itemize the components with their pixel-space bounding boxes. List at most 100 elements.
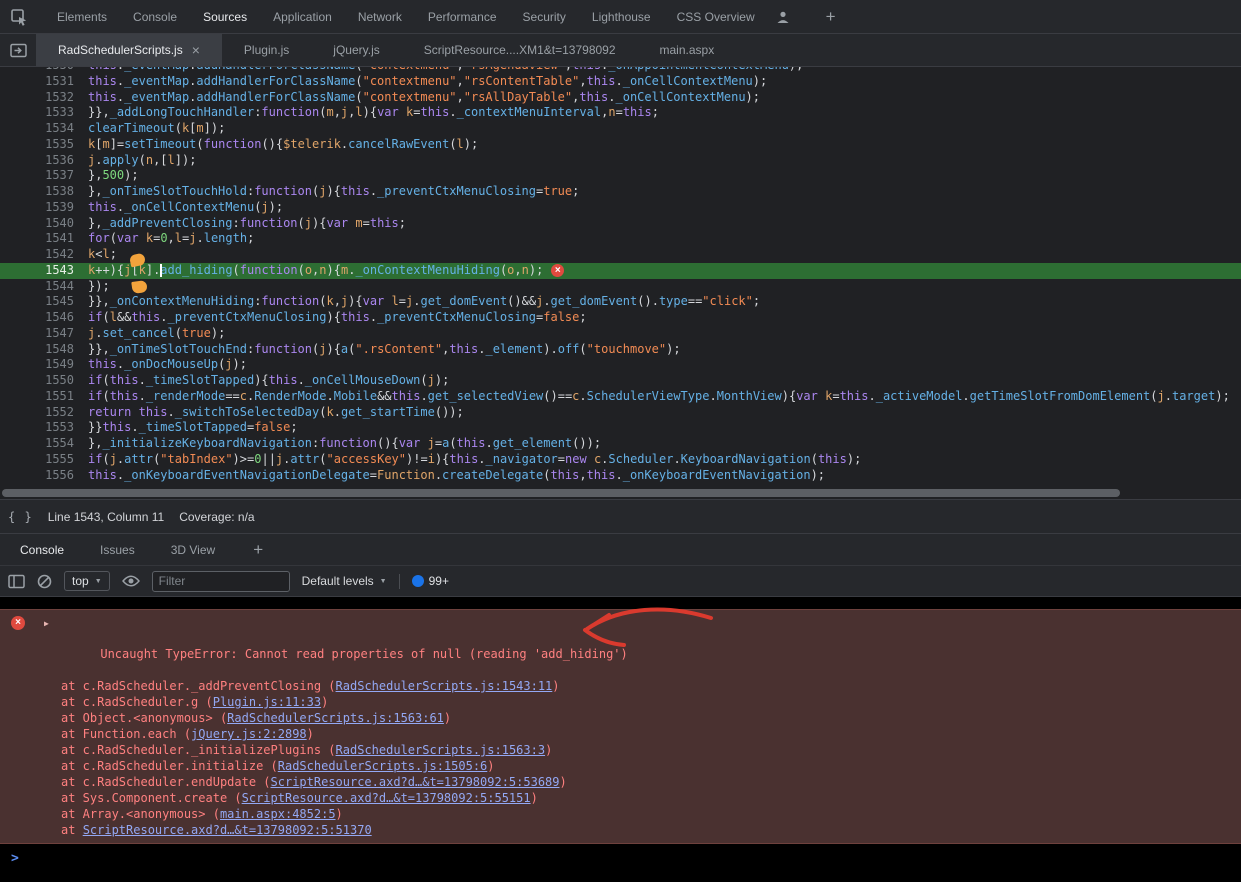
line-number[interactable]: 1555 [0,452,88,468]
console-prompt[interactable]: > [0,844,1241,866]
source-editor[interactable]: 1530this._eventMap.addHandlerForClassNam… [0,67,1241,487]
code-text[interactable]: }},_onContextMenuHiding:function(k,j){va… [88,294,760,310]
clear-console-icon[interactable] [37,574,52,589]
line-number[interactable]: 1545 [0,294,88,310]
line-number[interactable]: 1547 [0,326,88,342]
line-number[interactable]: 1536 [0,153,88,169]
scrollbar-thumb[interactable] [2,489,1120,497]
person-icon[interactable] [776,10,790,24]
stack-source-link[interactable]: RadSchedulerScripts.js:1543:11 [336,679,553,693]
drawer-tab-console[interactable]: Console [2,534,82,565]
toggle-console-sidebar-icon[interactable] [8,574,25,589]
line-number[interactable]: 1552 [0,405,88,421]
line-number[interactable]: 1538 [0,184,88,200]
message-count-badge[interactable]: 99+ [412,574,449,588]
panel-tab-css-overview[interactable]: CSS Overview [664,0,768,33]
log-levels-selector[interactable]: Default levels ▼ [302,574,387,588]
stack-source-link[interactable]: jQuery.js:2:2898 [191,727,307,741]
code-text[interactable]: k<l; [88,247,117,263]
code-text[interactable]: }}this._timeSlotTapped=false; [88,420,298,436]
code-text[interactable]: this._eventMap.addHandlerForClassName("c… [88,90,760,106]
panel-tab-console[interactable]: Console [120,0,190,33]
stack-source-link[interactable]: ScriptResource.axd?d…&t=13798092:5:51370 [83,823,372,837]
code-text[interactable]: }},_onTimeSlotTouchEnd:function(j){a(".r… [88,342,681,358]
panel-tab-application[interactable]: Application [260,0,345,33]
stack-source-link[interactable]: main.aspx:4852:5 [220,807,336,821]
panel-tab-elements[interactable]: Elements [44,0,120,33]
code-text[interactable]: j.set_cancel(true); [88,326,225,342]
code-text[interactable]: for(var k=0,l=j.length; [88,231,254,247]
code-text[interactable]: },_onTimeSlotTouchHold:function(j){this.… [88,184,579,200]
line-number[interactable]: 1556 [0,468,88,484]
line-number[interactable]: 1533 [0,105,88,121]
line-number[interactable]: 1542 [0,247,88,263]
line-number[interactable]: 1550 [0,373,88,389]
panel-tab-security[interactable]: Security [510,0,579,33]
file-tab[interactable]: RadSchedulerScripts.js× [36,34,222,66]
stack-source-link[interactable]: Plugin.js:11:33 [213,695,321,709]
code-text[interactable]: this._eventMap.addHandlerForClassName("c… [88,74,767,90]
code-text[interactable]: if(this._renderMode==c.RenderMode.Mobile… [88,389,1230,405]
panel-tab-lighthouse[interactable]: Lighthouse [579,0,664,33]
code-text[interactable]: },500); [88,168,139,184]
line-number[interactable]: 1554 [0,436,88,452]
close-tab-icon[interactable]: × [192,43,200,57]
code-text[interactable]: clearTimeout(k[m]); [88,121,225,137]
line-number[interactable]: 1537 [0,168,88,184]
stack-source-link[interactable]: RadSchedulerScripts.js:1563:3 [336,743,546,757]
console-filter-input[interactable] [152,571,290,592]
line-number[interactable]: 1539 [0,200,88,216]
code-text[interactable]: j.apply(n,[l]); [88,153,196,169]
pretty-print-icon[interactable]: { } [8,510,33,524]
expand-triangle-icon[interactable]: ▶ [44,616,49,632]
code-text[interactable]: }); [88,279,110,295]
file-tab[interactable]: Plugin.js [222,34,311,66]
code-text[interactable]: this._onDocMouseUp(j); [88,357,247,373]
code-text[interactable]: if(j.attr("tabIndex")>=0||j.attr("access… [88,452,861,468]
stack-source-link[interactable]: RadSchedulerScripts.js:1563:61 [227,711,444,725]
line-number[interactable]: 1548 [0,342,88,358]
code-text[interactable]: }},_addLongTouchHandler:function(m,j,l){… [88,105,659,121]
execution-context-selector[interactable]: top ▼ [64,571,110,591]
panel-tab-sources[interactable]: Sources [190,0,260,33]
code-text[interactable]: this._eventMap.addHandlerForClassName("c… [88,67,803,74]
line-number[interactable]: 1544 [0,279,88,295]
line-number[interactable]: 1551 [0,389,88,405]
live-expression-eye-icon[interactable] [122,575,140,587]
line-number[interactable]: 1531 [0,74,88,90]
file-tab[interactable]: jQuery.js [311,34,401,66]
file-tab[interactable]: ScriptResource....XM1&t=13798092 [402,34,638,66]
line-number[interactable]: 1535 [0,137,88,153]
code-text[interactable]: },_initializeKeyboardNavigation:function… [88,436,601,452]
toggle-navigator-icon[interactable] [0,34,36,66]
line-number[interactable]: 1532 [0,90,88,106]
line-number[interactable]: 1540 [0,216,88,232]
file-tab[interactable]: main.aspx [638,34,737,66]
code-text[interactable]: if(this._timeSlotTapped){this._onCellMou… [88,373,449,389]
stack-source-link[interactable]: RadSchedulerScripts.js:1505:6 [278,759,488,773]
code-text[interactable]: return this._switchToSelectedDay(k.get_s… [88,405,464,421]
code-text[interactable]: k++){j[k].add_hiding(function(o,n){m._on… [88,263,564,279]
add-panel-icon[interactable]: + [816,7,846,27]
code-text[interactable]: },_addPreventClosing:function(j){var m=t… [88,216,406,232]
drawer-tab-issues[interactable]: Issues [82,534,153,565]
line-number[interactable]: 1541 [0,231,88,247]
code-text[interactable]: this._onCellContextMenu(j); [88,200,283,216]
code-text[interactable]: if(l&&this._preventCtxMenuClosing){this.… [88,310,587,326]
drawer-tab-3d-view[interactable]: 3D View [153,534,233,565]
panel-tab-network[interactable]: Network [345,0,415,33]
code-text[interactable]: k[m]=setTimeout(function(){$telerik.canc… [88,137,478,153]
panel-tab-performance[interactable]: Performance [415,0,510,33]
code-text[interactable]: this._onKeyboardEventNavigationDelegate=… [88,468,825,484]
line-number[interactable]: 1549 [0,357,88,373]
line-number[interactable]: 1543 [0,263,88,279]
line-number[interactable]: 1534 [0,121,88,137]
inspect-element-icon[interactable] [10,8,28,26]
stack-source-link[interactable]: ScriptResource.axd?d…&t=13798092:5:53689 [271,775,560,789]
line-number[interactable]: 1546 [0,310,88,326]
line-number[interactable]: 1553 [0,420,88,436]
error-message[interactable]: ▶ Uncaught TypeError: Cannot read proper… [0,614,1241,678]
add-drawer-tab-icon[interactable]: + [253,540,263,560]
line-number[interactable]: 1530 [0,67,88,74]
stack-source-link[interactable]: ScriptResource.axd?d…&t=13798092:5:55151 [242,791,531,805]
